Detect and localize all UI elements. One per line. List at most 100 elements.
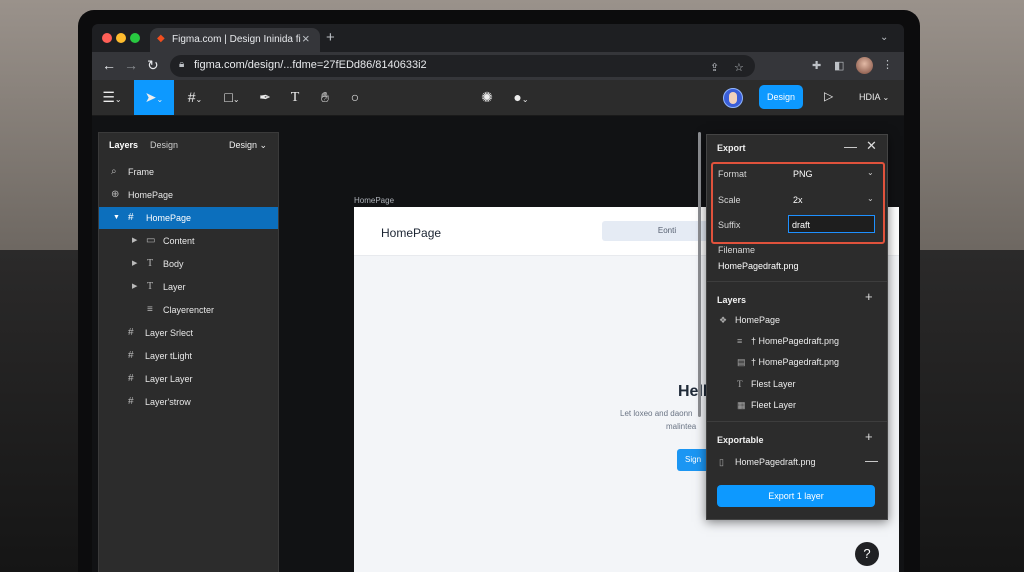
browser-toolbar: ← → ↻ 🔒︎ figma.com/design/...fdme=27fEDd…: [92, 52, 904, 80]
scale-label: Scale: [718, 195, 741, 205]
hero-text-line: Let loxeo and daonn: [620, 409, 693, 418]
share-icon[interactable]: ⇪: [710, 61, 719, 74]
shape-tool-icon[interactable]: □⌄: [216, 80, 248, 115]
tab-layers[interactable]: Layers: [109, 140, 138, 150]
tab-close-icon[interactable]: ×: [302, 31, 310, 46]
frame-tool-icon[interactable]: #⌄: [180, 80, 210, 115]
maximize-window-button[interactable]: [130, 33, 140, 43]
sidepanel-icon[interactable]: ◧: [834, 59, 844, 72]
forward-icon[interactable]: →: [124, 57, 138, 73]
tab-list-chevron-icon[interactable]: ⌄: [880, 32, 888, 43]
add-layer-icon[interactable]: +: [865, 289, 873, 304]
help-icon[interactable]: ?: [855, 542, 879, 566]
minimize-icon[interactable]: —: [844, 139, 857, 154]
layer-item[interactable]: # Layer'strow: [99, 391, 278, 413]
layer-item[interactable]: ≡ Clayerencter: [99, 299, 278, 321]
lines-icon: ≡: [147, 304, 153, 315]
suffix-label: Suffix: [718, 220, 741, 230]
layers-search[interactable]: ⌕ Frame: [99, 161, 278, 183]
extensions-icon[interactable]: ✚: [812, 59, 821, 72]
component-icon[interactable]: ✺: [476, 80, 498, 115]
figma-favicon-icon: ◆: [157, 33, 165, 44]
filename-label: Filename: [718, 245, 756, 255]
text-tool-icon[interactable]: T: [284, 80, 306, 115]
export-title: Export: [717, 143, 746, 153]
export-layer-item[interactable]: ▦ Fleet Layer: [717, 396, 877, 414]
pen-tool-icon[interactable]: ✒︎: [254, 80, 276, 115]
comment-tool-icon[interactable]: ○: [344, 80, 366, 115]
remove-export-icon[interactable]: —: [865, 453, 878, 468]
export-layer-item[interactable]: T Flest Layer: [717, 375, 877, 393]
exportable-section-title: Exportable: [717, 435, 764, 445]
chevron-down-icon: ⌄: [867, 194, 874, 203]
export-layer-item[interactable]: ▤ † HomePagedraft.png: [717, 353, 877, 371]
filename-value: HomePagedraft.png: [718, 261, 799, 271]
collapse-caret-icon[interactable]: ▶: [132, 230, 137, 252]
back-icon[interactable]: ←: [102, 57, 116, 73]
collapse-caret-icon[interactable]: ▶: [132, 276, 137, 298]
url-text: figma.com/design/...fdme=27fEDd86/814063…: [194, 59, 427, 71]
figma-toolbar: ☰⌄ ➤⌄ #⌄ □⌄ ✒︎ T ✋︎ ○ ✺ ●⌄ Design ▷ HDIA…: [92, 80, 904, 116]
move-tool-icon[interactable]: ➤⌄: [134, 80, 174, 115]
address-bar[interactable]: 🔒︎ figma.com/design/...fdme=27fEDd86/814…: [170, 55, 755, 77]
globe-icon: ⊕: [111, 189, 120, 200]
chevron-down-icon: ⌄: [867, 168, 874, 177]
browser-menu-icon[interactable]: ⋮: [882, 58, 893, 71]
zoom-menu[interactable]: HDIA ⌄: [859, 92, 889, 102]
export-layer-item[interactable]: ❖ HomePage: [717, 311, 877, 329]
suffix-input[interactable]: draft: [788, 215, 875, 233]
exportable-item[interactable]: ▯ HomePagedraft.png: [717, 453, 877, 471]
tab-design[interactable]: Design: [150, 140, 178, 150]
layer-item-selected[interactable]: ▼ # HomePage: [99, 207, 278, 229]
present-play-icon[interactable]: ▷: [824, 89, 833, 103]
divider: [707, 281, 887, 282]
lines-icon: ≡: [737, 336, 743, 346]
export-layer-item[interactable]: ≡ † HomePagedraft.png: [717, 332, 877, 350]
divider: [707, 421, 887, 422]
artboard-logo: HomePage: [381, 226, 442, 240]
layer-item[interactable]: # Layer tLight: [99, 345, 278, 367]
layer-item[interactable]: ▶ T Body: [99, 253, 278, 275]
frame-icon: #: [128, 327, 134, 338]
search-icon: ⌕: [111, 166, 117, 177]
user-avatar[interactable]: [723, 88, 743, 108]
folder-icon: ▭: [146, 235, 156, 246]
color-circle-icon[interactable]: ●⌄: [506, 80, 536, 115]
scale-select[interactable]: 2x ⌄: [791, 191, 877, 207]
expand-caret-icon[interactable]: ▼: [113, 207, 120, 229]
new-tab-icon[interactable]: +: [326, 29, 335, 46]
lock-icon: 🔒︎: [179, 59, 185, 70]
text-icon: T: [147, 258, 154, 269]
format-select[interactable]: PNG ⌄: [791, 165, 877, 181]
hero-title: Hell: [678, 383, 708, 400]
layers-panel: Layers Design Design ⌄ ⌕ Frame ⊕ HomePag…: [98, 132, 279, 572]
frame-name-label[interactable]: HomePage: [354, 196, 394, 205]
reload-icon[interactable]: ↻: [147, 57, 159, 74]
layer-item[interactable]: ▶ T Layer: [99, 276, 278, 298]
layer-item[interactable]: # Layer Layer: [99, 368, 278, 390]
export-panel: Export — ✕ Format PNG ⌄ Scale 2x ⌄ Suffi…: [706, 134, 888, 520]
hand-tool-icon[interactable]: ✋︎: [314, 80, 336, 115]
browser-tab[interactable]: ◆ Figma.com | Design Ininida fi ×: [150, 28, 320, 52]
layer-item[interactable]: ▶ ▭ Content: [99, 230, 278, 252]
design-button[interactable]: Design: [759, 85, 803, 109]
image-icon: ▤: [737, 357, 746, 367]
canvas-scrollbar[interactable]: [698, 132, 701, 417]
export-button[interactable]: Export 1 layer: [717, 485, 875, 507]
hero-text-line: malintea: [666, 422, 697, 431]
page-selector[interactable]: Design ⌄: [229, 140, 267, 151]
main-menu-icon[interactable]: ☰⌄: [98, 80, 126, 115]
profile-avatar[interactable]: [856, 57, 873, 74]
layer-item[interactable]: ⊕ HomePage: [99, 184, 278, 206]
frame-icon: #: [128, 212, 134, 223]
image-icon: ▦: [737, 400, 746, 410]
close-window-button[interactable]: [102, 33, 112, 43]
bookmark-star-icon[interactable]: ☆: [734, 61, 744, 74]
frame-icon: #: [128, 350, 134, 361]
collapse-caret-icon[interactable]: ▶: [132, 253, 137, 275]
add-export-icon[interactable]: +: [865, 429, 873, 444]
layer-item[interactable]: # Layer Srlect: [99, 322, 278, 344]
close-icon[interactable]: ✕: [866, 138, 877, 154]
file-icon: ▯: [719, 457, 724, 467]
minimize-window-button[interactable]: [116, 33, 126, 43]
